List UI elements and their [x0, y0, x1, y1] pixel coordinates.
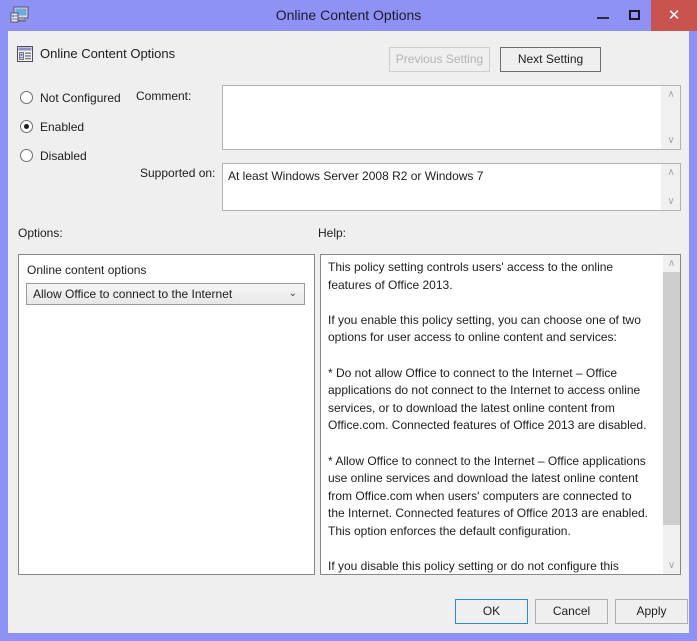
help-section-label: Help: — [318, 226, 347, 240]
scroll-up-icon[interactable]: ∧ — [663, 255, 680, 272]
ok-button[interactable]: OK — [455, 599, 528, 624]
radio-disabled-indicator — [20, 149, 33, 162]
minimize-icon — [597, 17, 609, 19]
cancel-button[interactable]: Cancel — [535, 599, 608, 624]
close-icon: ✕ — [667, 7, 681, 24]
options-section-label: Options: — [18, 226, 63, 240]
chevron-down-icon: ⌄ — [288, 288, 297, 299]
scroll-down-icon[interactable]: ∨ — [663, 557, 680, 574]
supported-on-value: At least Windows Server 2008 R2 or Windo… — [228, 169, 484, 183]
supported-on-label: Supported on: — [140, 166, 216, 180]
scroll-down-icon[interactable]: ∨ — [662, 193, 680, 210]
help-text: This policy setting controls users' acce… — [328, 260, 648, 574]
help-panel: This policy setting controls users' acce… — [320, 254, 681, 575]
window-controls: ✕ — [587, 0, 697, 31]
policy-setting-icon — [17, 46, 33, 62]
comment-input[interactable]: ∧ ∨ — [222, 85, 681, 150]
apply-button[interactable]: Apply — [615, 599, 688, 624]
minimize-button[interactable] — [587, 0, 619, 31]
next-setting-button[interactable]: Next Setting — [500, 47, 601, 72]
scroll-down-icon[interactable]: ∨ — [662, 132, 680, 149]
maximize-icon — [629, 10, 640, 20]
close-button[interactable]: ✕ — [651, 0, 697, 31]
scroll-up-icon[interactable]: ∧ — [662, 86, 680, 103]
radio-disabled-label: Disabled — [40, 149, 87, 163]
online-content-options-label: Online content options — [27, 263, 147, 277]
policy-setting-dialog: Online Content Options ✕ Online Content … — [0, 0, 697, 641]
scroll-up-icon[interactable]: ∧ — [662, 164, 680, 181]
supported-on-scrollbar[interactable]: ∧ ∨ — [661, 164, 680, 210]
radio-not-configured-indicator — [20, 91, 33, 104]
help-scrollbar[interactable]: ∧ ∨ — [662, 255, 680, 574]
page-title: Online Content Options — [40, 46, 176, 61]
online-content-options-dropdown[interactable]: Allow Office to connect to the Internet … — [26, 283, 305, 305]
previous-setting-button[interactable]: Previous Setting — [389, 47, 490, 72]
supported-on-field: At least Windows Server 2008 R2 or Windo… — [222, 163, 681, 211]
dialog-client-area: Online Content Options Previous Setting … — [8, 31, 689, 633]
radio-enabled-indicator — [20, 120, 33, 133]
radio-enabled-label: Enabled — [40, 120, 85, 134]
comment-scrollbar[interactable]: ∧ ∨ — [661, 86, 680, 149]
dropdown-selected-value: Allow Office to connect to the Internet — [33, 287, 233, 301]
title-bar: Online Content Options ✕ — [0, 0, 697, 31]
radio-not-configured-label: Not Configured — [40, 91, 121, 105]
help-scrollbar-thumb[interactable] — [663, 272, 680, 525]
comment-label: Comment: — [136, 89, 192, 103]
options-panel: Online content options Allow Office to c… — [18, 254, 315, 575]
maximize-button[interactable] — [619, 0, 651, 31]
